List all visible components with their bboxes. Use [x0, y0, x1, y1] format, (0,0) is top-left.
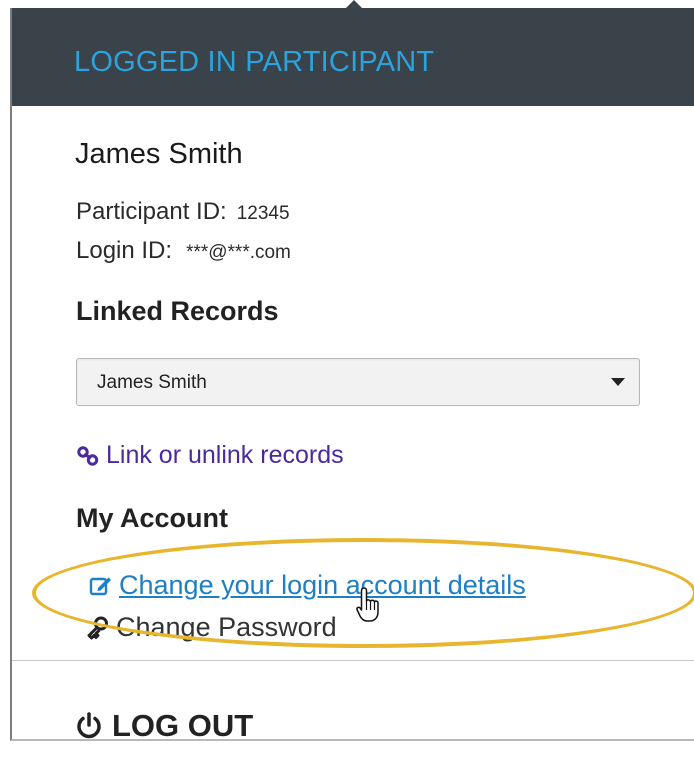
participant-name: James Smith	[75, 138, 243, 170]
logout-label: LOG OUT	[112, 708, 254, 743]
change-password-label: Change Password	[116, 612, 337, 642]
participant-id-row: Participant ID: 12345	[76, 198, 290, 226]
link-unlink-records-link[interactable]: Link or unlink records	[76, 441, 344, 470]
login-id-row: Login ID: ***@***.com	[76, 237, 291, 265]
key-icon	[87, 616, 108, 639]
change-login-details-link[interactable]: Change your login account details	[89, 570, 526, 601]
linked-records-selected-value: James Smith	[97, 372, 207, 393]
link-icon	[77, 445, 99, 466]
change-password-link[interactable]: Change Password	[86, 612, 337, 643]
participant-id-label: Participant ID:	[76, 198, 227, 225]
login-id-label: Login ID:	[76, 237, 173, 264]
link-unlink-records-label: Link or unlink records	[106, 441, 344, 469]
linked-records-title: Linked Records	[76, 296, 279, 326]
logout-divider	[12, 660, 694, 661]
my-account-title: My Account	[76, 503, 229, 533]
change-login-details-label: Change your login account details	[119, 570, 526, 600]
login-id-value: ***@***.com	[186, 242, 291, 263]
chevron-down-icon	[611, 378, 625, 386]
popover-header: LOGGED IN PARTICIPANT	[12, 8, 694, 106]
logout-button[interactable]: LOG OUT	[74, 708, 253, 744]
participant-popover: LOGGED IN PARTICIPANT James Smith Partic…	[10, 8, 694, 744]
linked-records-select[interactable]: James Smith	[76, 358, 640, 406]
participant-id-value: 12345	[236, 203, 290, 224]
header-title: LOGGED IN PARTICIPANT	[74, 46, 435, 78]
power-icon	[77, 712, 101, 739]
edit-icon	[89, 577, 111, 595]
hand-cursor-icon	[356, 587, 379, 622]
